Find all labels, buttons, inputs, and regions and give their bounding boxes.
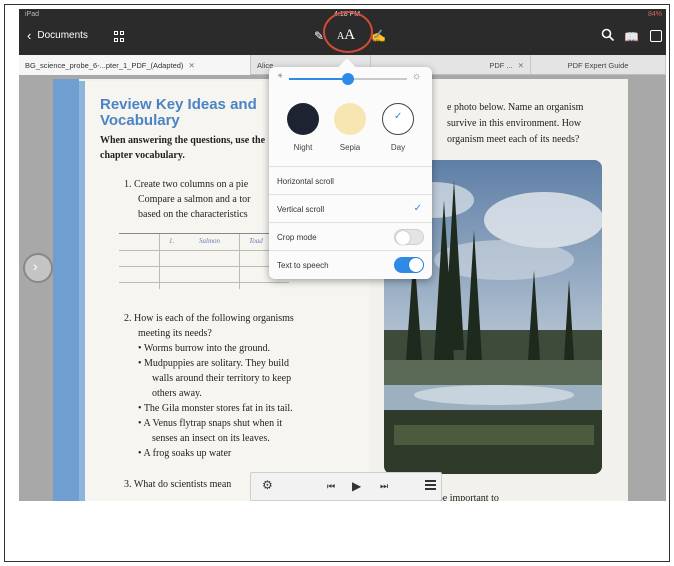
text-line: • A Venus flytrap snaps shut when it <box>138 418 283 429</box>
text-line: based on the characteristics <box>138 209 248 220</box>
table-cell: Salmon <box>199 237 220 245</box>
tab-science-probe[interactable]: BG_science_probe_6-...pter_1_PDF_(Adapte… <box>19 55 251 75</box>
check-icon: ✓ <box>413 203 422 214</box>
section-title: Review Key Ideas and Vocabulary <box>100 97 257 129</box>
vertical-scroll-option[interactable]: Vertical scroll ✓ <box>269 194 432 222</box>
crop-mode-option: Crop mode <box>269 222 432 250</box>
text-line: • Mudpuppies are solitary. They build <box>138 358 289 369</box>
table-row <box>119 282 289 283</box>
display-settings-popover: ☀ ☼ Night Sepia ✓ Day Horizontal scroll … <box>269 67 432 279</box>
text-line: Compare a salmon and a tor <box>138 194 251 205</box>
table-cell: 1. <box>169 237 175 245</box>
table-row <box>119 266 289 267</box>
option-label: Text to speech <box>277 261 329 270</box>
comparison-table-sketch: 1. Salmon Toad <box>119 233 289 289</box>
text-to-speech-option: Text to speech <box>269 250 432 278</box>
theme-day-option[interactable]: ✓ Day <box>380 103 416 152</box>
speech-player-bar: ⚙ ⏮ ▶ ⏭ <box>250 472 442 501</box>
text-line: others away. <box>152 388 202 399</box>
edit-icon[interactable]: ✍ <box>371 29 386 43</box>
next-icon[interactable]: ⏭ <box>380 481 388 492</box>
page-side-stripe <box>53 79 79 501</box>
status-battery: 84% <box>647 11 662 18</box>
table-divider <box>159 234 160 289</box>
top-toolbar: iPad 4:18 PM 84% ‹ Documents ✎ AA ✍ 📖 <box>19 9 666 55</box>
table-divider <box>239 234 240 289</box>
previous-icon[interactable]: ⏮ <box>327 481 335 492</box>
documents-back-button[interactable]: ‹ Documents <box>27 29 88 42</box>
tab-label: BG_science_probe_6-...pter_1_PDF_(Adapte… <box>25 61 184 70</box>
sun-small-icon: ☀ <box>277 73 284 80</box>
theme-night-option[interactable]: Night <box>285 103 321 152</box>
text-line: • The Gila monster stores fat in its tai… <box>138 403 293 414</box>
theme-label: Night <box>293 143 313 152</box>
text-to-speech-toggle[interactable] <box>394 257 424 273</box>
highlight-ring <box>323 11 373 53</box>
title-line: Vocabulary <box>100 112 180 129</box>
theme-sepia-option[interactable]: Sepia <box>332 103 368 152</box>
right-column-text: e photo below. Name an organism survive … <box>447 100 627 148</box>
text-line: meeting its needs? <box>138 328 212 339</box>
sepia-swatch <box>334 103 366 135</box>
text-line: • A frog soaks up water <box>138 448 232 459</box>
option-label: Crop mode <box>277 233 317 242</box>
grid-icon[interactable] <box>114 31 125 42</box>
tab-pdf-expert-guide[interactable]: PDF Expert Guide <box>531 55 666 75</box>
tab-close-icon[interactable]: ✕ <box>188 61 194 70</box>
bookmark-book-icon[interactable]: 📖 <box>624 30 639 44</box>
selected-check-icon: ✓ <box>394 111 403 122</box>
tab-close-icon[interactable]: ✕ <box>518 61 524 70</box>
question-2: 2. How is each of the following organism… <box>124 311 294 461</box>
text-line: organism meet each of its needs? <box>447 134 580 145</box>
table-row <box>119 250 289 251</box>
gear-icon[interactable]: ⚙ <box>262 478 273 492</box>
text-line: walls around their territory to keep <box>152 373 292 384</box>
table-cell: Toad <box>249 237 263 245</box>
status-device: iPad <box>25 11 40 18</box>
play-icon[interactable]: ▶ <box>352 479 361 493</box>
text-line: 1. Create two columns on a pie <box>124 179 249 190</box>
sun-large-icon: ☼ <box>412 71 422 82</box>
page-nav-icon: › <box>33 258 38 274</box>
text-line: 2. How is each of the following organism… <box>124 313 294 324</box>
option-label: Horizontal scroll <box>277 177 334 186</box>
theme-label: Sepia <box>339 143 361 152</box>
documents-back-label: Documents <box>37 30 88 41</box>
search-icon[interactable] <box>601 28 615 42</box>
back-chevron-icon: ‹ <box>27 28 32 43</box>
question-3: 3. What do scientists mean <box>124 479 232 490</box>
tab-label: PDF ... <box>489 61 513 70</box>
screenshot-frame: iPad 4:18 PM 84% ‹ Documents ✎ AA ✍ 📖 BG… <box>4 4 670 562</box>
option-label: Vertical scroll <box>277 205 325 214</box>
question-1: 1. Create two columns on a pie Compare a… <box>124 177 250 222</box>
text-line: survive in this environment. How <box>447 118 582 129</box>
text-line: e photo below. Name an organism <box>447 102 584 113</box>
crop-mode-toggle[interactable] <box>394 229 424 245</box>
text-line: • Worms burrow into the ground. <box>138 343 270 354</box>
tab-label: PDF Expert Guide <box>567 61 629 70</box>
day-swatch: ✓ <box>382 103 414 135</box>
horizontal-scroll-option[interactable]: Horizontal scroll <box>269 166 432 194</box>
brightness-slider[interactable] <box>289 73 407 85</box>
more-icon[interactable] <box>650 30 662 42</box>
night-swatch <box>287 103 319 135</box>
brightness-knob[interactable] <box>342 73 354 85</box>
brightness-fill <box>289 78 348 80</box>
title-line: Review Key Ideas and <box>100 96 257 113</box>
list-icon[interactable] <box>425 480 436 490</box>
pdf-reader-app: iPad 4:18 PM 84% ‹ Documents ✎ AA ✍ 📖 BG… <box>19 9 666 501</box>
text-line: senses an insect on its leaves. <box>152 433 270 444</box>
theme-label: Day <box>390 143 406 152</box>
page-nav-button[interactable]: › <box>23 253 53 283</box>
